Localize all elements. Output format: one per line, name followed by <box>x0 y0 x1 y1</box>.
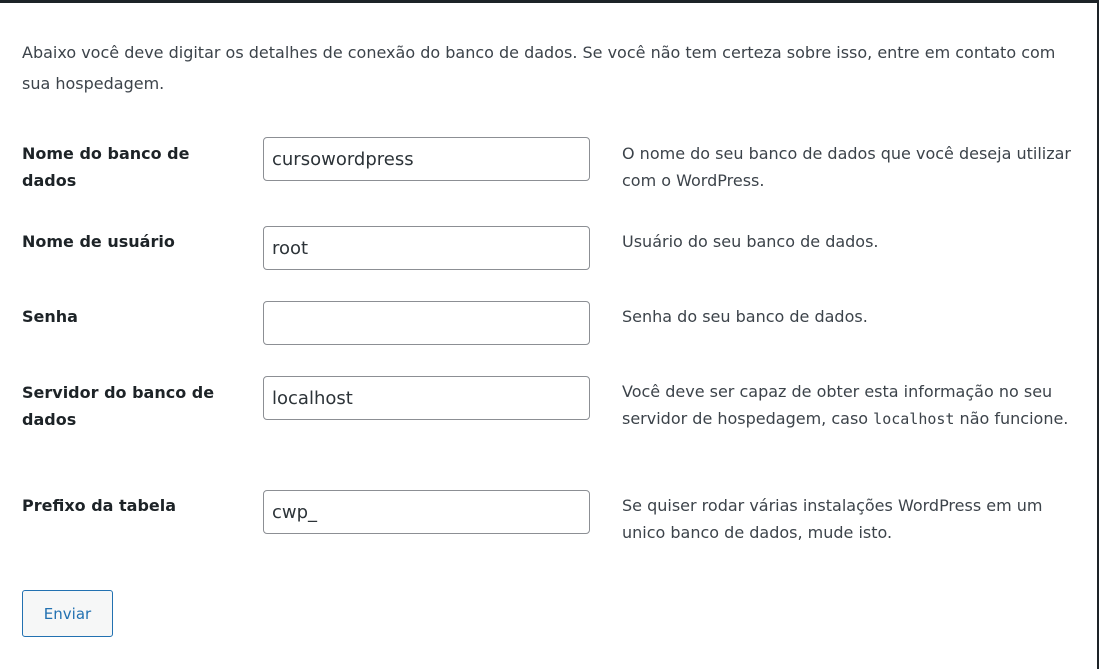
password-description: Senha do seu banco de dados. <box>622 307 868 326</box>
intro-text: Abaixo você deve digitar os detalhes de … <box>22 43 1056 93</box>
dbhost-description: Você deve ser capaz de obter esta inform… <box>622 378 1072 433</box>
dbname-label: Nome do banco de dados <box>22 144 190 190</box>
prefix-label: Prefixo da tabela <box>22 496 177 515</box>
dbhost-label: Servidor do banco de dados <box>22 383 215 429</box>
dbname-input[interactable] <box>263 137 590 181</box>
dbname-description: O nome do seu banco de dados que você de… <box>622 144 1072 190</box>
prefix-input[interactable] <box>263 490 590 534</box>
username-label: Nome de usuário <box>22 232 175 251</box>
username-description: Usuário do seu banco de dados. <box>622 232 879 251</box>
username-input[interactable] <box>263 226 590 270</box>
dbhost-description-suffix: não funcione. <box>959 409 1069 428</box>
password-label: Senha <box>22 307 78 326</box>
window-top-border <box>0 0 1099 3</box>
prefix-description: Se quiser rodar várias instalações WordP… <box>622 496 1043 542</box>
dbhost-input[interactable] <box>263 376 590 420</box>
dbhost-description-code: localhost <box>873 410 955 428</box>
password-input[interactable] <box>263 301 590 345</box>
submit-button[interactable]: Enviar <box>22 590 113 637</box>
